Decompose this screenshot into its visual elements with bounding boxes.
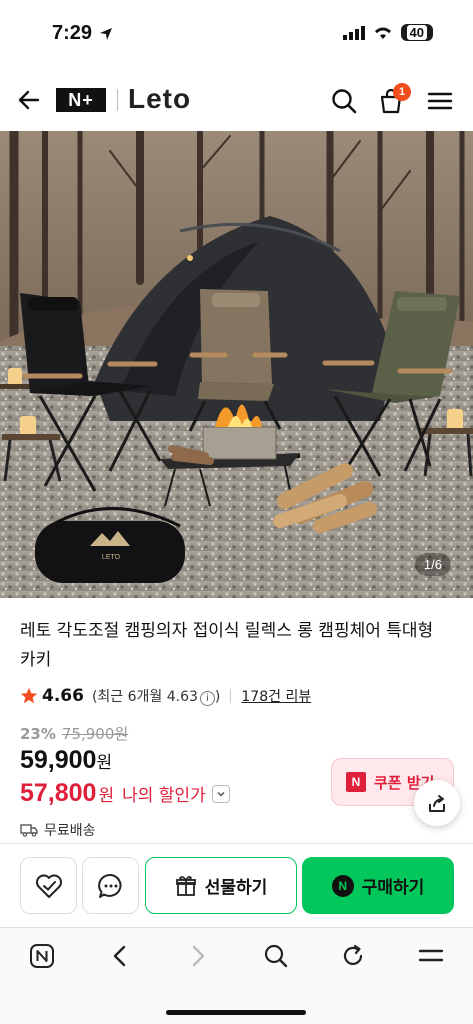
chat-button[interactable]: [82, 857, 139, 914]
my-price-label: 나의 할인가: [122, 786, 206, 806]
naver-home-icon[interactable]: [28, 942, 56, 970]
original-price: 75,900원: [61, 725, 129, 743]
sale-price-value: 59,900: [20, 746, 97, 774]
naver-pay-icon: N: [331, 874, 354, 897]
refresh-icon[interactable]: [339, 942, 367, 970]
status-indicators: 40: [342, 24, 433, 41]
status-bar: 7:29 40: [0, 0, 473, 70]
nplus-logo[interactable]: N+: [56, 88, 106, 112]
divider: [230, 689, 232, 703]
browser-search-icon[interactable]: [262, 942, 290, 970]
naver-n-icon: N: [346, 772, 366, 792]
shipping-info: 무료배송: [20, 820, 96, 840]
wishlist-button[interactable]: [20, 857, 77, 914]
buy-button[interactable]: N 구매하기: [302, 857, 454, 914]
share-icon: [429, 795, 445, 812]
cart-badge: 1: [393, 83, 411, 101]
brand-logo[interactable]: Leto: [128, 83, 191, 115]
app-header: N+ Leto 1: [0, 75, 473, 127]
rating-score: 4.66: [42, 686, 84, 706]
menu-icon[interactable]: [426, 87, 454, 115]
gift-button[interactable]: 선물하기: [145, 857, 297, 914]
gift-icon: [175, 875, 196, 896]
review-count-link[interactable]: 178건 리뷰: [241, 686, 311, 706]
back-arrow-icon[interactable]: [16, 87, 42, 113]
recent-rating: (최근 6개월 4.63 i): [92, 686, 220, 706]
my-price-unit: 원: [98, 786, 115, 806]
rating-row: 4.66 (최근 6개월 4.63 i) 178건 리뷰: [20, 686, 311, 706]
browser-back-icon[interactable]: [106, 942, 134, 970]
star-icon: [20, 687, 38, 704]
brand-divider: [117, 89, 118, 111]
my-price-value: 57,800: [20, 779, 97, 807]
chat-icon: [97, 873, 121, 898]
sale-price: 59,900원: [20, 746, 112, 775]
status-time: 7:29: [52, 22, 114, 45]
product-title: 레토 각도조절 캠핑의자 접이식 릴렉스 롱 캠핑체어 특대형 카키: [20, 621, 434, 670]
browser-forward-icon[interactable]: [184, 942, 212, 970]
buy-label: 구매하기: [361, 878, 425, 898]
battery-indicator: 40: [400, 24, 433, 41]
recent-rating-text: (최근 6개월 4.63: [91, 689, 198, 705]
purchase-action-bar: 선물하기 N 구매하기: [0, 843, 473, 927]
product-image[interactable]: LETO 1/6: [0, 131, 473, 598]
shipping-label: 무료배송: [44, 823, 96, 839]
share-button[interactable]: [414, 780, 460, 826]
home-indicator[interactable]: [166, 1010, 306, 1015]
sale-price-unit: 원: [96, 753, 113, 773]
bag-logo: LETO: [102, 554, 121, 561]
heart-check-icon: [35, 874, 62, 898]
browser-menu-icon[interactable]: [417, 942, 445, 970]
chevron-down-icon[interactable]: [211, 784, 230, 803]
search-icon[interactable]: [330, 87, 358, 115]
wifi-icon: [374, 27, 391, 39]
info-icon[interactable]: i: [199, 691, 215, 706]
recent-rating-close: ): [214, 689, 221, 705]
location-arrow-icon: [100, 27, 113, 40]
battery-level: 40: [406, 25, 427, 40]
camping-scene-illustration: LETO: [0, 131, 473, 598]
clock-text: 7:29: [52, 22, 93, 44]
image-counter: 1/6: [414, 553, 451, 576]
discount-rate: 23%: [20, 724, 56, 743]
truck-icon: [20, 824, 38, 837]
gift-label: 선물하기: [204, 878, 268, 898]
discount-row: 23% 75,900원: [20, 723, 128, 744]
signal-icon: [342, 25, 365, 40]
my-discount-price: 57,800 원 나의 할인가: [20, 779, 230, 808]
